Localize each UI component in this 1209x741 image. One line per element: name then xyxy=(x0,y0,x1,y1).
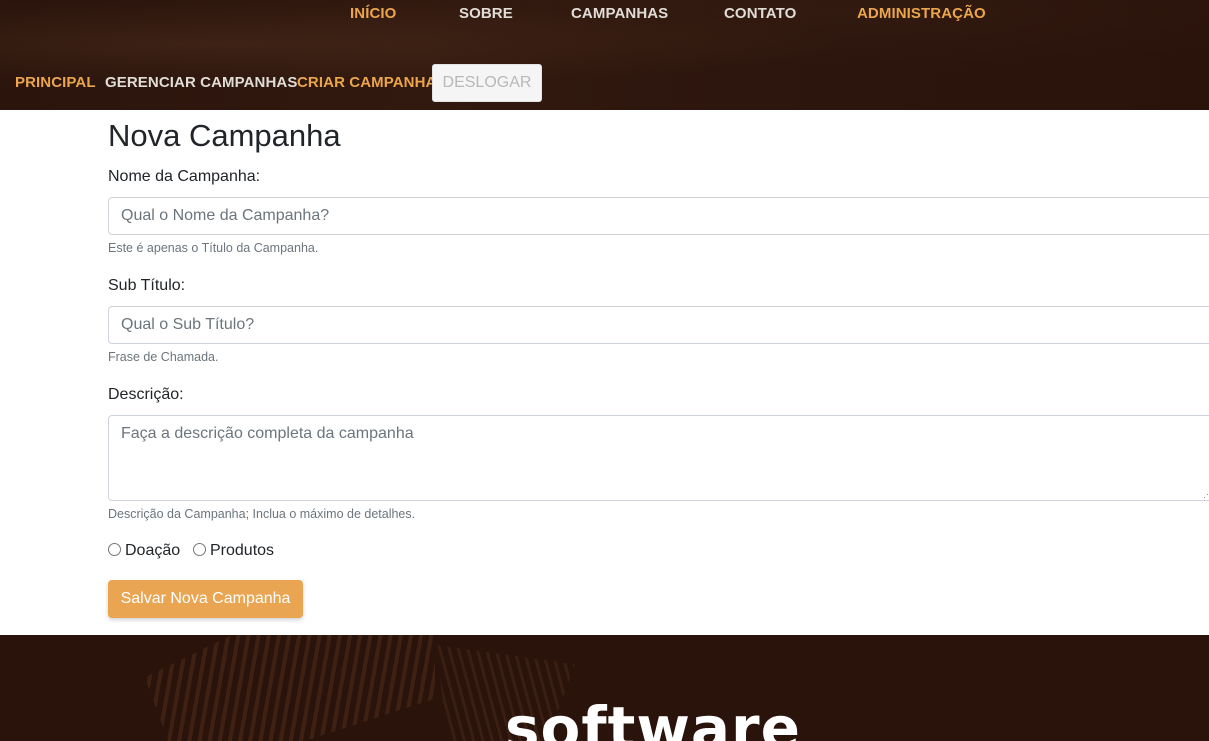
nav-item-administracao[interactable]: ADMINISTRAÇÃO xyxy=(857,5,986,22)
footer-brand-text: software xyxy=(505,694,801,741)
radio-doacao[interactable] xyxy=(108,543,121,556)
subnav-item-principal[interactable]: PRINCIPAL xyxy=(15,74,96,91)
description-help: Descrição da Campanha; Inclua o máximo d… xyxy=(108,507,416,521)
description-textarea[interactable] xyxy=(108,415,1209,501)
radio-option-doacao[interactable]: Doação xyxy=(108,542,180,560)
nav-item-contato[interactable]: CONTATO xyxy=(724,5,796,22)
radio-option-produtos[interactable]: Produtos xyxy=(193,542,274,560)
nav-item-inicio[interactable]: INÍCIO xyxy=(350,5,396,22)
footer: software xyxy=(0,635,1209,741)
radio-produtos[interactable] xyxy=(193,543,206,556)
header: INÍCIO SOBRE CAMPANHAS CONTATO ADMINISTR… xyxy=(0,0,1209,110)
subtitle-label: Sub Título: xyxy=(108,277,186,294)
subtitle-input[interactable] xyxy=(108,306,1209,344)
textarea-resize-handle[interactable]: ⋰ xyxy=(1203,490,1209,499)
description-label: Descrição: xyxy=(108,386,184,403)
campaign-name-help: Este é apenas o Título da Campanha. xyxy=(108,241,319,255)
radio-doacao-label: Doação xyxy=(125,542,181,559)
nav-item-sobre[interactable]: SOBRE xyxy=(459,5,513,22)
campaign-name-input[interactable] xyxy=(108,197,1209,235)
subnav-item-criar-campanha[interactable]: CRIAR CAMPANHA xyxy=(297,74,436,91)
radio-produtos-label: Produtos xyxy=(210,542,275,559)
subtitle-help: Frase de Chamada. xyxy=(108,350,219,364)
campaign-name-label: Nome da Campanha: xyxy=(108,168,261,185)
footer-decoration xyxy=(145,635,435,741)
nav-item-campanhas[interactable]: CAMPANHAS xyxy=(571,5,668,22)
subnav-item-gerenciar-campanhas[interactable]: GERENCIAR CAMPANHAS xyxy=(105,74,297,91)
logout-button[interactable]: DESLOGAR xyxy=(432,64,542,102)
save-campaign-button[interactable]: Salvar Nova Campanha xyxy=(108,580,303,618)
page-title: Nova Campanha xyxy=(108,118,341,153)
